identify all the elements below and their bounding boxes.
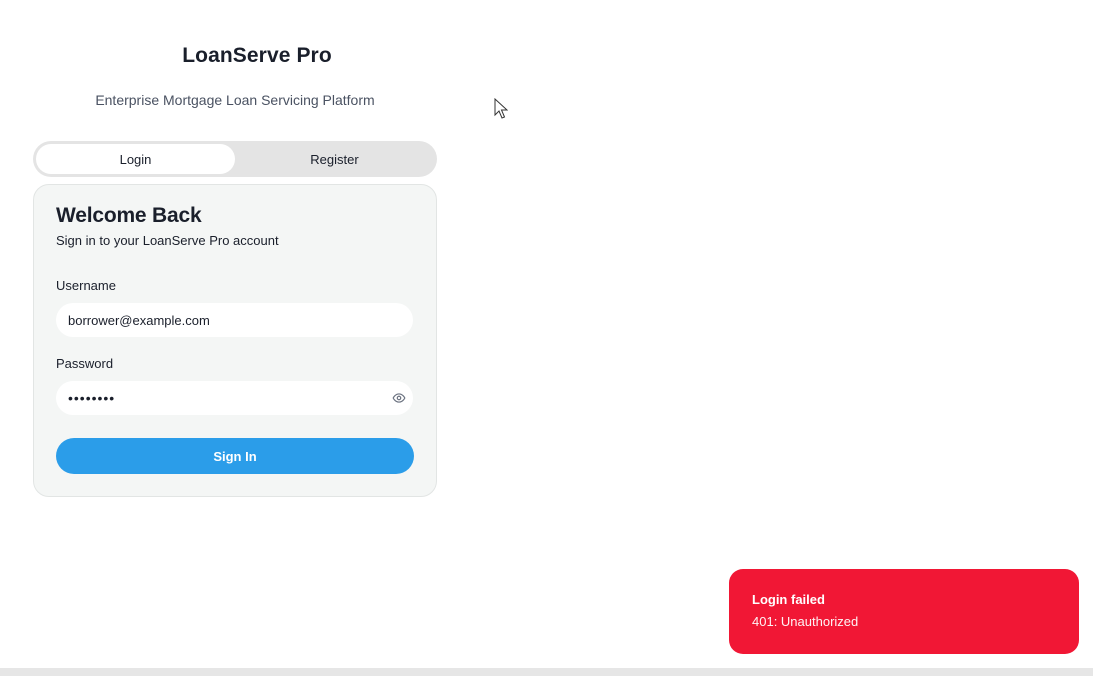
error-toast[interactable]: Login failed 401: Unauthorized [729, 569, 1079, 654]
tab-login[interactable]: Login [36, 144, 235, 174]
card-title: Welcome Back [56, 204, 202, 227]
password-field[interactable]: •••••••• [56, 381, 413, 415]
app-subtitle: Enterprise Mortgage Loan Servicing Platf… [95, 92, 375, 108]
sign-in-button[interactable]: Sign In [56, 438, 414, 474]
username-field[interactable] [56, 303, 413, 337]
toast-message: 401: Unauthorized [752, 614, 859, 629]
username-field-wrapper [56, 303, 413, 337]
auth-tabs: Login Register [33, 141, 437, 177]
tab-register[interactable]: Register [235, 144, 434, 174]
username-label: Username [56, 278, 116, 293]
eye-icon[interactable] [392, 391, 406, 405]
horizontal-scrollbar[interactable] [0, 668, 1093, 676]
password-masked-value: •••••••• [68, 390, 116, 406]
brand-header: LoanServe Pro Enterprise Mortgage Loan S… [33, 44, 437, 108]
card-subtitle: Sign in to your LoanServe Pro account [56, 233, 279, 248]
login-card: Welcome Back Sign in to your LoanServe P… [33, 184, 437, 497]
password-label: Password [56, 356, 114, 371]
mouse-cursor-icon [494, 98, 508, 119]
toast-title: Login failed [752, 592, 825, 607]
login-page: LoanServe Pro Enterprise Mortgage Loan S… [0, 0, 1093, 676]
app-title: LoanServe Pro [182, 44, 332, 67]
